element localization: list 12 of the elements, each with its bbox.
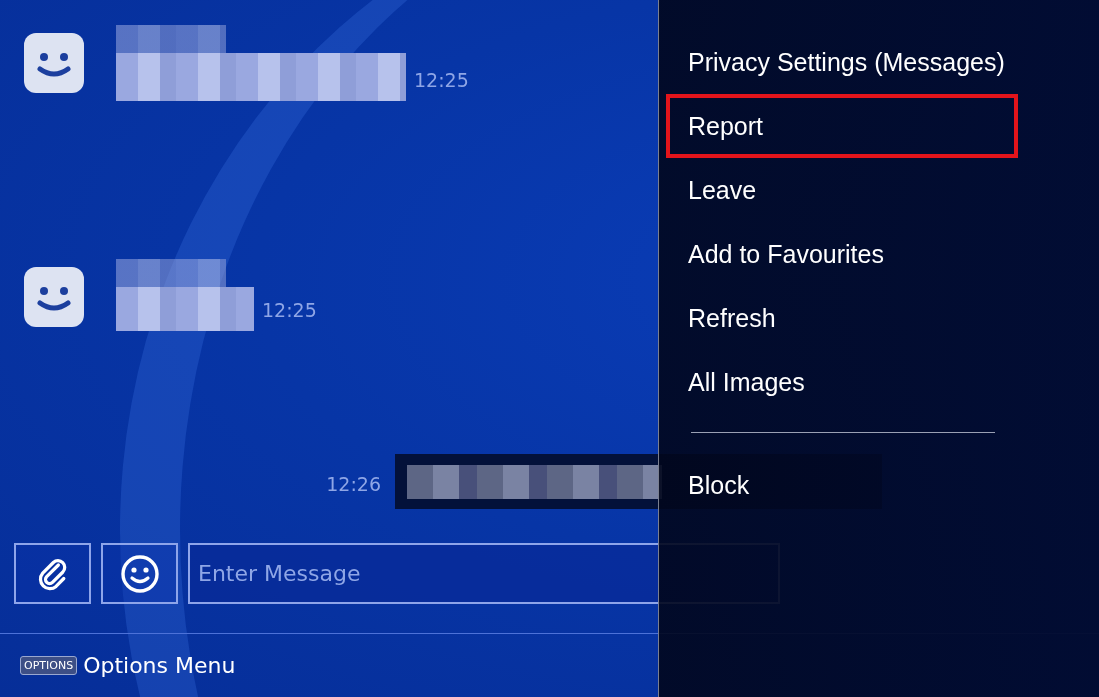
message-time: 12:25 xyxy=(414,69,469,91)
options-menu-hint: Options Menu xyxy=(83,652,236,678)
menu-item[interactable]: Block xyxy=(666,453,1018,517)
message-time: 12:26 xyxy=(326,473,381,495)
menu-item[interactable]: All Images xyxy=(666,350,1018,414)
message-time: 12:25 xyxy=(262,299,317,321)
menu-item[interactable]: Privacy Settings (Messages) xyxy=(666,30,1018,94)
menu-item[interactable]: Add to Favourites xyxy=(666,222,1018,286)
menu-item[interactable]: Leave xyxy=(666,158,1018,222)
menu-item[interactable]: Refresh xyxy=(666,286,1018,350)
menu-item[interactable]: Report xyxy=(666,94,1018,158)
options-button-badge: OPTIONS xyxy=(20,655,78,675)
